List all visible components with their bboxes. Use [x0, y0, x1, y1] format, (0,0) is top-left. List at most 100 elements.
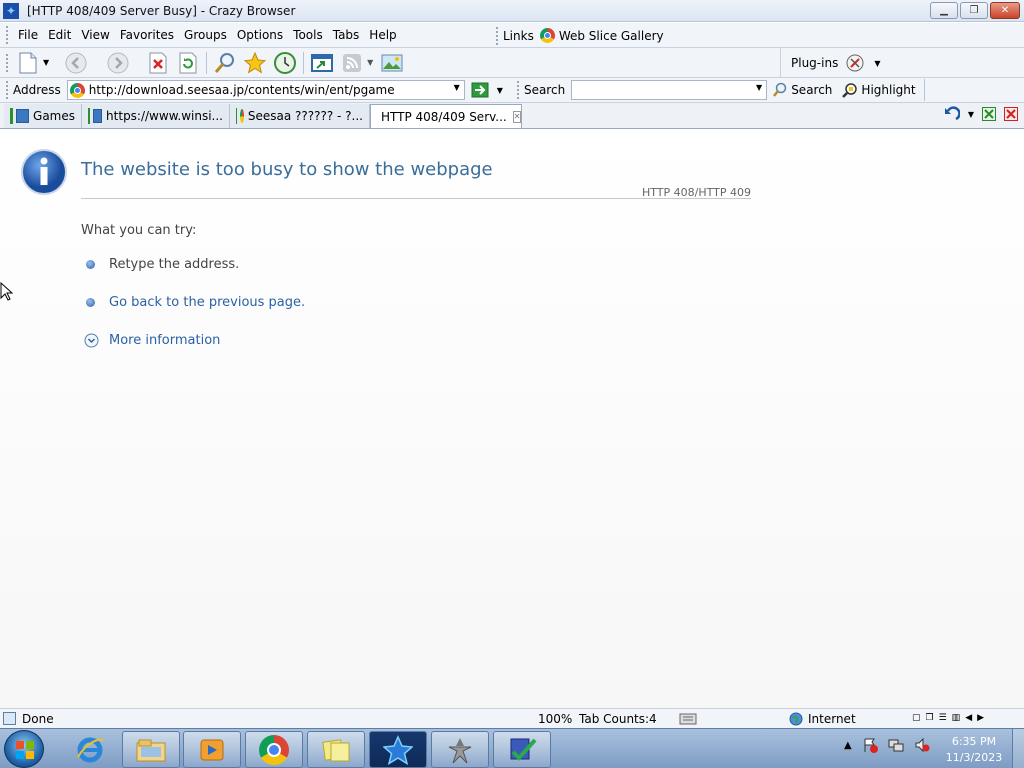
network-icon[interactable]: [888, 737, 904, 753]
tile-horizontal-icon[interactable]: ☰: [939, 713, 947, 723]
forward-arrow-icon: [107, 52, 129, 73]
minimize-button[interactable]: ▁: [930, 2, 958, 19]
window-arrow-icon: [311, 53, 334, 72]
web-slice-gallery-link[interactable]: Web Slice Gallery: [559, 29, 664, 43]
address-separator: [923, 79, 925, 101]
rss-icon: [343, 53, 362, 72]
menu-view[interactable]: View: [76, 28, 114, 42]
internet-explorer-icon: [77, 737, 104, 762]
next-tab-icon[interactable]: ▶: [977, 713, 984, 723]
cascade-icon[interactable]: ❐: [926, 713, 934, 723]
go-back-link[interactable]: Go back to the previous page.: [109, 295, 305, 310]
sticky-notes-icon: [322, 738, 350, 761]
plugins-label[interactable]: Plug-ins: [791, 56, 838, 70]
clock[interactable]: 6:35 PM 11/3/2023: [940, 734, 1008, 766]
maximize-button[interactable]: ❐: [960, 2, 988, 19]
history-clock-icon: [274, 51, 297, 74]
history-button[interactable]: [272, 50, 298, 76]
taskbar-media-player[interactable]: [183, 731, 241, 768]
stop-button[interactable]: [145, 50, 171, 76]
tab-winsite[interactable]: https://www.winsi...: [82, 104, 230, 128]
crazy-browser-star-icon: [383, 734, 413, 765]
tile-vertical-icon[interactable]: ▥: [952, 713, 961, 723]
star-icon: [243, 51, 267, 73]
expand-chevron-icon[interactable]: [84, 333, 99, 348]
highlight-button[interactable]: Highlight: [861, 83, 915, 97]
menu-tools[interactable]: Tools: [288, 28, 328, 42]
zoom-level[interactable]: 100%: [538, 712, 572, 726]
more-information-link[interactable]: More information: [109, 333, 220, 348]
highlight-icon: [842, 83, 858, 98]
picture-button[interactable]: [379, 50, 405, 76]
show-hidden-icons-icon[interactable]: ▲: [844, 740, 852, 751]
main-toolbar: ▼ ▼ Plug-ins ▼: [0, 48, 1024, 78]
refresh-button[interactable]: [175, 50, 201, 76]
search-label: Search: [523, 83, 566, 97]
info-icon: [21, 149, 67, 195]
menu-favorites[interactable]: Favorites: [115, 28, 179, 42]
forward-button[interactable]: [105, 50, 131, 76]
bullet-icon: [86, 260, 95, 269]
menu-groups[interactable]: Groups: [179, 28, 232, 42]
taskbar-app-check[interactable]: [493, 731, 551, 768]
taskbar-internet-explorer[interactable]: [70, 731, 110, 768]
menu-bar: File Edit View Favorites Groups Options …: [0, 23, 1024, 48]
taskbar-notes[interactable]: [307, 731, 365, 768]
undo-dropdown-icon[interactable]: ▼: [968, 110, 974, 119]
menu-edit[interactable]: Edit: [43, 28, 76, 42]
toolbar-separator: [303, 51, 305, 74]
search-input[interactable]: ▼: [571, 80, 768, 100]
start-button[interactable]: [4, 730, 44, 768]
proxy-icon[interactable]: [679, 712, 697, 726]
full-screen-button[interactable]: [309, 50, 335, 76]
menu-help[interactable]: Help: [364, 28, 401, 42]
close-other-tabs-icon[interactable]: [982, 107, 996, 121]
chrome-icon: [259, 734, 289, 765]
go-dropdown-icon[interactable]: ▼: [497, 86, 503, 95]
undo-close-tab-icon[interactable]: [942, 106, 960, 122]
tab-close-icon[interactable]: ✕: [512, 110, 521, 123]
tab-http-408[interactable]: HTTP 408/409 Serv... ✕: [370, 104, 522, 128]
search-dropdown-icon[interactable]: ▼: [756, 83, 762, 92]
previous-tab-icon[interactable]: ◀: [965, 713, 972, 723]
go-arrow-icon[interactable]: [471, 82, 489, 98]
rss-feed-button[interactable]: [339, 50, 365, 76]
rss-dropdown-icon[interactable]: ▼: [367, 58, 373, 67]
menu-file[interactable]: File: [13, 28, 43, 42]
volume-muted-icon[interactable]: [914, 737, 930, 753]
show-desktop-button[interactable]: [1012, 729, 1024, 768]
new-page-button[interactable]: [15, 50, 41, 76]
plugin-compass-icon[interactable]: [846, 54, 864, 72]
address-dropdown-icon[interactable]: ▼: [454, 83, 460, 92]
more-information[interactable]: More information: [84, 333, 220, 348]
taskbar-explorer[interactable]: [122, 731, 180, 768]
plugins-dropdown-icon[interactable]: ▼: [874, 59, 880, 68]
crazy-browser-icon: ✦: [3, 2, 19, 19]
taskbar-crazy-browser[interactable]: [369, 731, 427, 768]
menu-options[interactable]: Options: [232, 28, 288, 42]
taskbar-app-figure[interactable]: [431, 731, 489, 768]
media-player-icon: [200, 739, 224, 760]
error-code: HTTP 408/HTTP 409: [642, 186, 751, 199]
clock-time: 6:35 PM: [951, 735, 997, 748]
system-tray: ▲: [844, 737, 930, 753]
tab-seesaa[interactable]: Seesaa ?????? - ?...: [230, 104, 370, 128]
address-input[interactable]: http://download.seesaa.jp/contents/win/e…: [66, 80, 465, 100]
single-window-icon[interactable]: ▢: [912, 713, 921, 723]
action-center-flag-icon[interactable]: [862, 737, 878, 753]
favorites-button[interactable]: [242, 50, 268, 76]
menu-tabs[interactable]: Tabs: [328, 28, 365, 42]
suggestion-go-back: Go back to the previous page.: [86, 295, 305, 310]
find-button[interactable]: [212, 50, 238, 76]
close-tab-icon[interactable]: [1004, 107, 1018, 121]
links-label[interactable]: Links: [503, 29, 534, 43]
menu-grip: [6, 26, 9, 44]
new-page-dropdown-icon[interactable]: ▼: [43, 58, 49, 67]
search-button[interactable]: Search: [791, 83, 832, 97]
back-button[interactable]: [63, 50, 89, 76]
close-button[interactable]: ✕: [990, 2, 1020, 19]
address-label: Address: [13, 83, 61, 97]
taskbar-chrome[interactable]: [245, 731, 303, 768]
tab-games[interactable]: Games: [4, 104, 82, 128]
magnifier-icon: [215, 52, 235, 73]
